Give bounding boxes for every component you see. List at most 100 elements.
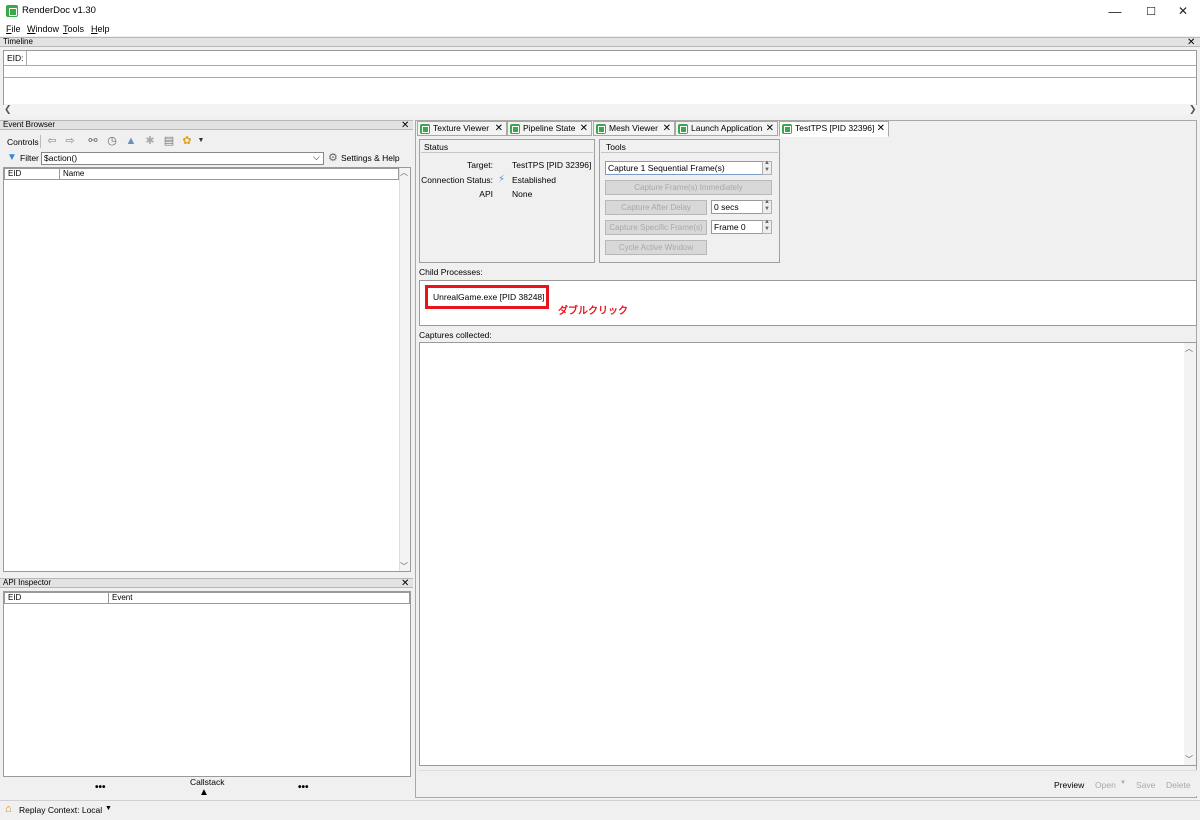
minimize-button[interactable]: — — [1098, 0, 1132, 22]
menu-tools[interactable]: Tools — [63, 24, 84, 34]
save-button[interactable]: Save — [1136, 780, 1155, 790]
pipeline-state-icon — [510, 124, 520, 134]
maximize-button[interactable]: ☐ — [1134, 0, 1168, 22]
splitter-dots-right[interactable]: ••• — [298, 782, 309, 793]
column-header-eid[interactable]: EID — [4, 168, 60, 180]
window-title: RenderDoc v1.30 — [22, 5, 96, 16]
timeline-clock-icon[interactable]: ◷ — [106, 135, 118, 147]
settings-help-button[interactable]: Settings & Help — [341, 153, 400, 163]
open-dropdown-chevron-icon[interactable]: ▼ — [1120, 780, 1126, 786]
find-binoculars-icon[interactable]: ⚯ — [87, 135, 99, 147]
menu-help[interactable]: Help — [91, 24, 110, 34]
connection-status-value: Established — [512, 175, 556, 185]
tab-launch-application[interactable]: Launch Application ✕ — [675, 121, 778, 136]
close-tab-icon[interactable]: ✕ — [663, 122, 671, 135]
scroll-down-icon[interactable]: ﹀ — [400, 561, 408, 572]
scroll-down-icon[interactable]: ﹀ — [1185, 754, 1193, 765]
timeline-title: Timeline — [3, 37, 33, 46]
capture-frame-count-spinbox[interactable]: Capture 1 Sequential Frame(s) — [605, 161, 763, 175]
scroll-left-icon[interactable]: ❮ — [4, 104, 12, 115]
frame-spinbox[interactable]: Frame 0 — [711, 220, 763, 234]
colorize-icon[interactable]: ✿ — [181, 135, 193, 147]
filter-input[interactable]: $action() — [41, 152, 324, 165]
menu-window[interactable]: Window — [27, 24, 59, 34]
forward-arrow-icon[interactable]: ⇨ — [64, 135, 76, 147]
controls-label: Controls — [7, 137, 39, 147]
delay-spinbox[interactable]: 0 secs — [711, 200, 763, 214]
status-group-title: Status — [424, 142, 449, 152]
double-click-annotation: ダブルクリック — [558, 306, 628, 317]
bookmark-icon[interactable]: ▲ — [125, 135, 137, 147]
preview-button[interactable]: Preview — [1054, 780, 1084, 790]
api-inspector-title-bar: API Inspector — [0, 578, 413, 588]
event-list-scrollbar[interactable] — [399, 168, 410, 571]
api-inspector-title: API Inspector — [3, 578, 52, 587]
timeline-divider — [4, 77, 1196, 78]
timeline-eid-label: EID: — [4, 51, 27, 65]
api-inspector-close-icon[interactable]: ✕ — [401, 579, 409, 589]
frame-spin-arrows-icon[interactable] — [762, 219, 772, 234]
scroll-up-icon[interactable]: ︿ — [400, 167, 408, 178]
event-list[interactable] — [3, 167, 411, 572]
menu-file[interactable]: File — [6, 24, 21, 34]
launch-application-icon — [678, 124, 688, 134]
timeline-close-icon[interactable]: ✕ — [1187, 38, 1195, 48]
back-arrow-icon[interactable]: ⇦ — [46, 135, 58, 147]
timeline-title-bar: Timeline — [0, 37, 1200, 47]
title-bar — [0, 0, 1200, 22]
tab-pipeline-state[interactable]: Pipeline State ✕ — [507, 121, 592, 136]
replay-context-dropdown-icon[interactable]: ▼ — [105, 805, 112, 812]
captures-scrollbar[interactable] — [1184, 343, 1196, 765]
child-process-item[interactable]: UnrealGame.exe [PID 38248] — [433, 292, 545, 302]
group-divider — [601, 152, 778, 153]
capture-immediately-button[interactable]: Capture Frame(s) Immediately — [605, 180, 772, 195]
capture-after-delay-button[interactable]: Capture After Delay — [605, 200, 707, 215]
timeline-scrollbar[interactable] — [4, 104, 1196, 115]
event-browser-title-bar: Event Browser — [0, 120, 413, 130]
filter-dropdown-chevron-icon[interactable]: ⌵ — [313, 152, 320, 163]
callstack-expand-icon[interactable]: ▲ — [199, 787, 209, 798]
chevron-down-icon[interactable]: ▼ — [195, 135, 207, 147]
tab-mesh-viewer[interactable]: Mesh Viewer ✕ — [593, 121, 675, 136]
renderdoc-app-icon — [6, 5, 18, 17]
api-label: API — [479, 189, 493, 199]
jump-icon[interactable]: ✱ — [144, 135, 156, 147]
splitter-dots-left[interactable]: ••• — [95, 782, 106, 793]
replay-context-label[interactable]: Replay Context: Local — [19, 805, 102, 815]
target-label: Target: — [467, 160, 493, 170]
tab-testtps-connection[interactable]: TestTPS [PID 32396] ✕ — [779, 121, 889, 137]
capture-specific-frames-button[interactable]: Capture Specific Frame(s) — [605, 220, 707, 235]
api-inspector-list[interactable] — [3, 591, 411, 777]
open-button[interactable]: Open — [1095, 780, 1116, 790]
status-group — [419, 139, 595, 263]
close-tab-icon[interactable]: ✕ — [766, 122, 774, 135]
delete-button[interactable]: Delete — [1166, 780, 1191, 790]
connection-status-label: Connection Status: — [421, 175, 493, 185]
capture-count-spin-arrows-icon[interactable] — [762, 160, 772, 175]
column-header-event[interactable]: Event — [108, 592, 410, 604]
cycle-active-window-button[interactable]: Cycle Active Window — [605, 240, 707, 255]
child-processes-label: Child Processes: — [419, 267, 483, 277]
close-tab-icon[interactable]: ✕ — [495, 122, 503, 135]
export-icon[interactable]: ▤ — [163, 135, 175, 147]
scroll-right-icon[interactable]: ❯ — [1189, 104, 1197, 115]
group-divider — [421, 152, 593, 153]
event-browser-title: Event Browser — [3, 120, 56, 129]
column-header-name[interactable]: Name — [59, 168, 399, 180]
column-header-eid[interactable]: EID — [4, 592, 109, 604]
captures-list[interactable] — [419, 342, 1197, 766]
close-tab-icon[interactable]: ✕ — [580, 122, 588, 135]
toolbar-separator — [40, 135, 41, 148]
settings-gear-icon[interactable]: ⚙ — [328, 151, 338, 164]
scroll-up-icon[interactable]: ︿ — [1185, 343, 1193, 354]
event-browser-close-icon[interactable]: ✕ — [401, 121, 409, 131]
tab-texture-viewer[interactable]: Texture Viewer ✕ — [417, 121, 507, 136]
captures-collected-label: Captures collected: — [419, 330, 492, 340]
callstack-label[interactable]: Callstack — [190, 777, 224, 787]
menu-bar — [0, 22, 1200, 36]
close-tab-icon[interactable]: ✕ — [877, 122, 885, 135]
close-window-button[interactable]: ✕ — [1166, 0, 1200, 22]
connection-icon — [782, 124, 792, 134]
tools-group-title: Tools — [606, 142, 626, 152]
delay-spin-arrows-icon[interactable] — [762, 199, 772, 214]
